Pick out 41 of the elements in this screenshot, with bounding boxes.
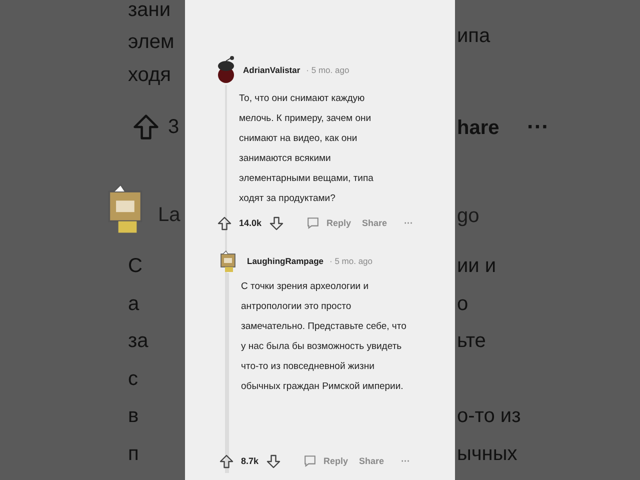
backdrop-text: ычных: [457, 444, 518, 464]
comment-text: То, что они снимают каждую мелочь. К примеру, зачем они снимают на видео, как они занимаются всякими элементарными вещами, типа ходят за продуктами?: [239, 92, 374, 206]
backdrop-text: go: [457, 206, 480, 226]
backdrop-text: 3: [168, 117, 180, 137]
backdrop-text: в: [128, 406, 139, 426]
vote-count: 8.7k: [241, 456, 259, 466]
backdrop-text: п: [128, 444, 139, 464]
backdrop-text: о: [457, 294, 468, 314]
comment-icon: [302, 454, 317, 468]
backdrop-text: ии и: [457, 256, 496, 276]
backdrop-text: с: [128, 369, 138, 389]
backdrop-text: о-то из: [457, 406, 521, 426]
vote-count: 14.0k: [239, 218, 262, 228]
more-button[interactable]: ···: [404, 218, 414, 228]
backdrop-text: ьте: [457, 331, 486, 351]
more-button[interactable]: ···: [401, 456, 410, 466]
share-button[interactable]: Share: [359, 456, 384, 466]
comment-icon: [306, 216, 320, 230]
backdrop-text: зани: [128, 0, 171, 20]
share-button[interactable]: Share: [362, 218, 388, 228]
comment-age: · 5 mo. ago: [306, 65, 350, 75]
backdrop-text: а: [128, 294, 140, 314]
backdrop-text: С: [128, 256, 142, 276]
backdrop-text: hare: [457, 118, 500, 138]
upvote-icon[interactable]: [217, 216, 232, 230]
comment-age: · 5 mo. ago: [330, 256, 373, 266]
downvote-icon[interactable]: [266, 454, 281, 468]
backdrop-text: ходя: [128, 65, 171, 85]
backdrop-text: ипа: [457, 26, 490, 46]
more-label: ···: [527, 116, 549, 138]
reply-button[interactable]: Reply: [326, 218, 352, 228]
comment-text: С точки зрения археологии и антропологии это просто замечательно. Представьте себе, что у нас была бы возможность увидеть что-то из повседневной жизни обычных граждан Римской империи.: [241, 280, 408, 394]
username[interactable]: LaughingRampage: [247, 256, 324, 266]
downvote-icon[interactable]: [268, 216, 284, 230]
backdrop-text: за: [128, 331, 148, 351]
avatar-icon: [215, 55, 237, 85]
backdrop-text: элем: [128, 32, 174, 52]
username[interactable]: AdrianValistar: [243, 65, 300, 75]
upvote-icon[interactable]: [219, 454, 234, 468]
reply-button[interactable]: Reply: [324, 456, 348, 466]
backdrop-text: La: [158, 205, 180, 225]
